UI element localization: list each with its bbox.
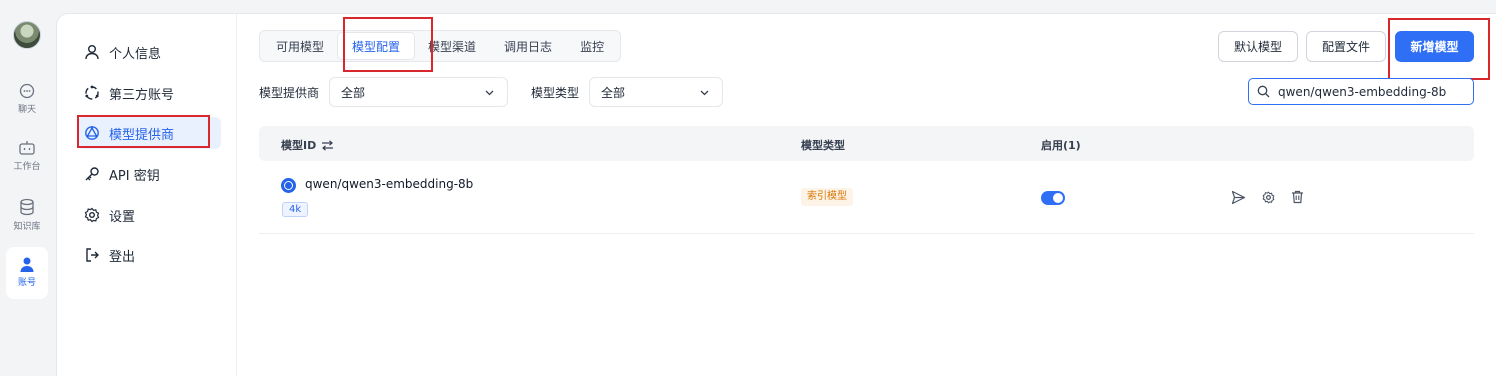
database-icon (20, 198, 34, 216)
table-header: 模型ID 模型类型 启用(1) (259, 126, 1474, 161)
type-select[interactable]: 全部 (589, 77, 723, 107)
add-model-button[interactable]: 新增模型 (1395, 31, 1474, 62)
test-send-button[interactable] (1229, 188, 1247, 206)
enabled-toggle[interactable] (1041, 191, 1065, 205)
rail-item-account[interactable]: 账号 (6, 247, 48, 299)
context-length-badge: 4k (282, 202, 309, 217)
column-header-model-id[interactable]: 模型ID (281, 137, 334, 153)
logout-icon (83, 246, 101, 264)
user-icon (20, 257, 34, 272)
rail-item-label: 工作台 (13, 162, 41, 172)
key-icon (83, 165, 101, 183)
user-icon (83, 43, 101, 61)
search-input[interactable]: qwen/qwen3-embedding-8b (1248, 78, 1474, 105)
nav-item-label: 个人信息 (109, 46, 162, 62)
gear-icon (1262, 190, 1274, 204)
chevron-down-icon (485, 90, 494, 96)
provider-logo-icon (281, 178, 296, 193)
column-header-enabled: 启用(1) (1041, 139, 1081, 152)
nav-item-profile[interactable]: 个人信息 (77, 36, 221, 68)
rail-item-chat[interactable]: 聊天 (6, 74, 48, 126)
column-header-model-type: 模型类型 (801, 139, 845, 152)
tab-model-channels[interactable]: 模型渠道 (414, 33, 490, 59)
settings-nav: 个人信息 第三方账号 模型提供商 API 密钥 设置 登出 (57, 14, 237, 376)
row-settings-button[interactable] (1259, 188, 1277, 206)
main-panel: 个人信息 第三方账号 模型提供商 API 密钥 设置 登出 可用模型 模型配置 … (56, 13, 1496, 376)
nav-item-api-keys[interactable]: API 密钥 (77, 158, 221, 190)
config-file-button[interactable]: 配置文件 (1306, 31, 1386, 62)
column-header-label: 模型ID (281, 139, 317, 152)
model-type-tag: 索引模型 (801, 188, 853, 206)
provider-filter-label: 模型提供商 (259, 86, 320, 100)
gear-icon (83, 206, 101, 224)
chat-icon (19, 83, 35, 99)
table-row: qwen/qwen3-embedding-8b 4k 索引模型 (259, 162, 1474, 234)
sort-icon[interactable] (321, 140, 334, 151)
rail-item-label: 聊天 (17, 105, 36, 115)
tab-bar: 可用模型 模型配置 模型渠道 调用日志 监控 (259, 30, 622, 62)
chevron-down-icon (700, 90, 709, 96)
provider-select[interactable]: 全部 (329, 77, 508, 107)
nav-item-label: API 密钥 (109, 168, 160, 184)
type-filter-label: 模型类型 (531, 86, 580, 100)
delete-button[interactable] (1288, 188, 1306, 206)
rail-item-workbench[interactable]: 工作台 (6, 131, 48, 183)
search-icon (1257, 85, 1270, 98)
tab-available-models[interactable]: 可用模型 (262, 33, 338, 59)
link-icon (83, 84, 101, 102)
robot-icon (19, 141, 35, 155)
provider-select-value: 全部 (341, 85, 366, 100)
send-icon (1231, 190, 1245, 204)
nav-item-third-party-accounts[interactable]: 第三方账号 (77, 77, 221, 109)
tab-monitoring[interactable]: 监控 (566, 33, 618, 59)
model-id-text: qwen/qwen3-embedding-8b (305, 177, 474, 191)
rail-item-label: 知识库 (13, 222, 41, 232)
trash-icon (1291, 190, 1303, 204)
nav-item-logout[interactable]: 登出 (77, 239, 221, 271)
type-select-value: 全部 (601, 85, 626, 100)
default-model-button[interactable]: 默认模型 (1218, 31, 1298, 62)
tab-model-config[interactable]: 模型配置 (338, 33, 415, 59)
avatar[interactable] (13, 21, 41, 49)
nav-item-label: 设置 (109, 209, 136, 225)
app-rail: 聊天 工作台 知识库 账号 (0, 0, 56, 376)
rail-item-knowledge-base[interactable]: 知识库 (6, 189, 48, 241)
rail-item-label: 账号 (17, 278, 36, 288)
tab-call-logs[interactable]: 调用日志 (490, 33, 566, 59)
search-value: qwen/qwen3-embedding-8b (1278, 84, 1447, 99)
nav-item-label: 登出 (109, 249, 136, 265)
nav-item-label: 第三方账号 (109, 87, 175, 103)
model-provider-icon (83, 124, 101, 142)
nav-item-settings[interactable]: 设置 (77, 199, 221, 231)
nav-item-label: 模型提供商 (109, 127, 175, 143)
nav-item-model-provider[interactable]: 模型提供商 (77, 117, 221, 149)
